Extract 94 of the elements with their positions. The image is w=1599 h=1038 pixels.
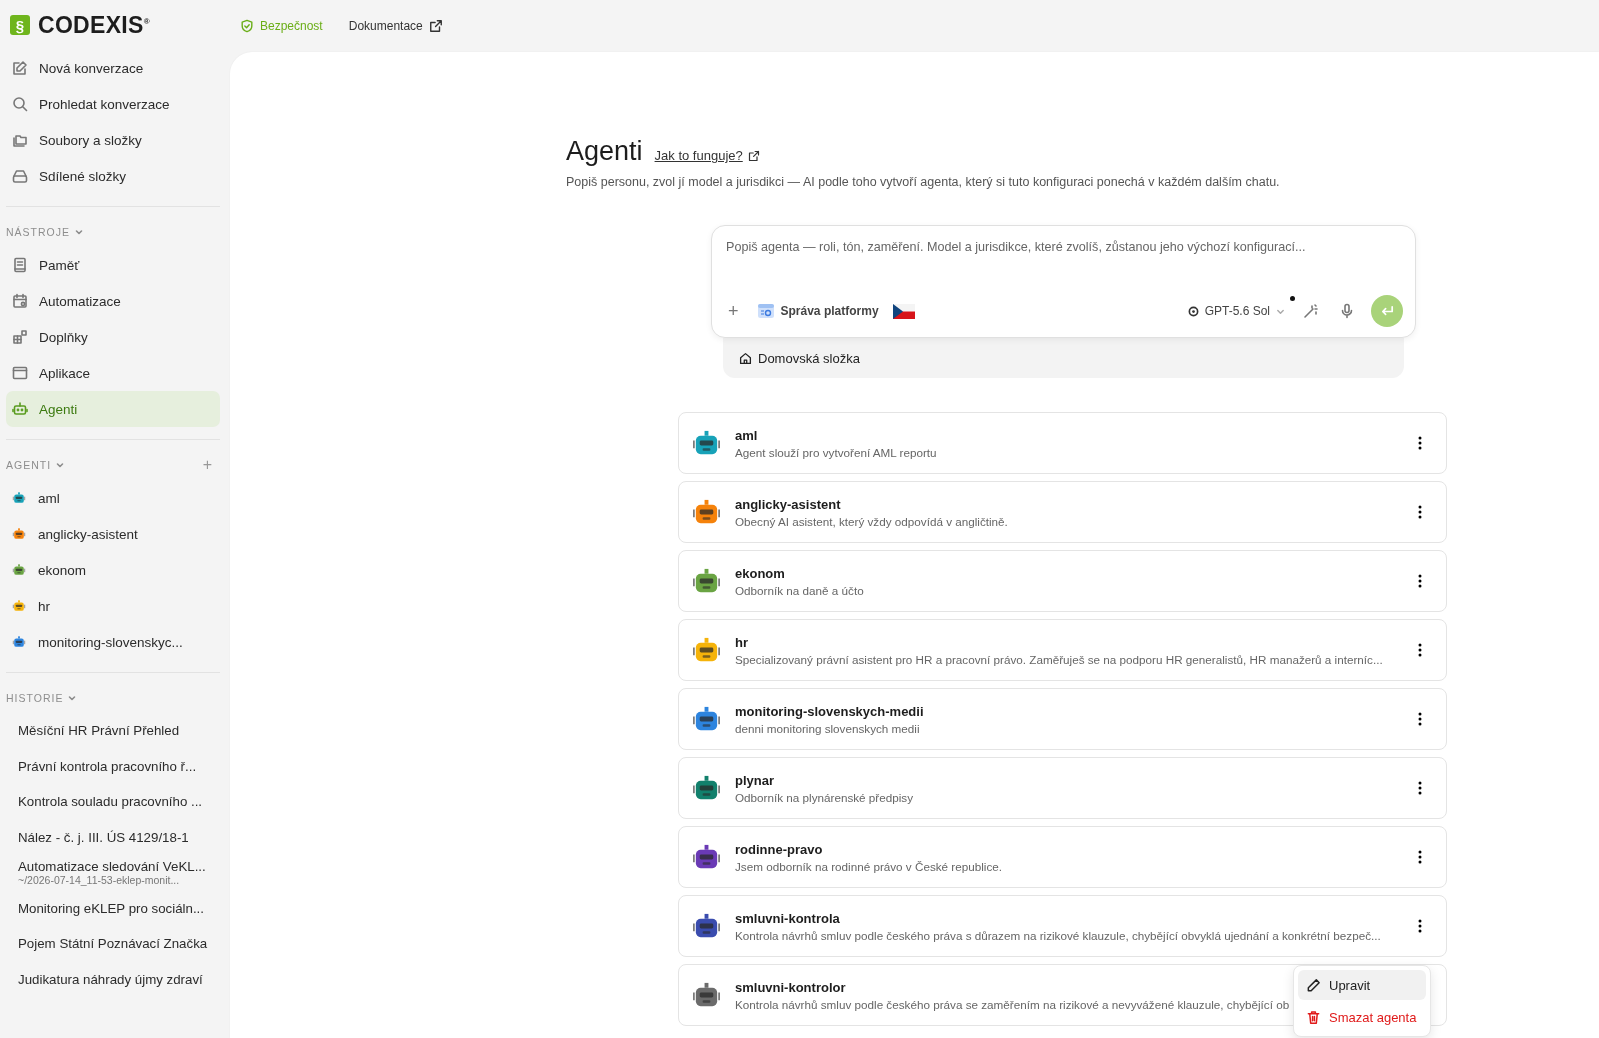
history-item[interactable]: Monitoring eKLEP pro sociáln...	[6, 890, 220, 926]
logo-text: CODEXIS$^{®}$	[38, 11, 150, 39]
sidebar-item[interactable]: Aplikace	[6, 355, 220, 391]
sidebar-agent-item[interactable]: ekonom	[6, 552, 220, 588]
more-vertical-icon	[1418, 436, 1422, 450]
notebook-icon	[12, 257, 28, 273]
edit-icon	[12, 60, 28, 76]
agent-description: Specializovaný právní asistent pro HR a pracovní právo. Zaměřuješ se na podporu HR generalistů, HR manažerů a interníc...	[735, 652, 1383, 666]
history-item[interactable]: Automatizace sledování VeKL... ~/2026-07-14_11-53-eklep-monit...	[6, 855, 220, 891]
blocks-icon	[12, 329, 28, 345]
history-path: ~/2026-07-14_11-53-eklep-monit...	[18, 874, 181, 887]
agent-name: aml	[735, 427, 758, 443]
indicator-dot	[1290, 296, 1295, 301]
agent-name: smluvni-kontrola	[735, 910, 840, 926]
agent-card[interactable]: ekonom Odborník na daně a účto	[678, 550, 1447, 612]
folder-selector[interactable]: Domovská složka	[723, 338, 1404, 378]
chevron-icon	[67, 693, 78, 703]
agent-name: hr	[735, 634, 748, 650]
page-description: Popiš personu, zvol jí model a jurisdikci — AI podle toho vytvoří agenta, který si tuto konfiguraci ponechá v každém dalším chatu.	[566, 175, 1281, 189]
calendar-icon	[12, 293, 28, 309]
more-vertical-icon	[1418, 781, 1422, 795]
top-link[interactable]: Dokumentace	[348, 19, 443, 33]
history-item[interactable]: Nález - č. j. III. ÚS 4129/18-1	[6, 819, 220, 855]
prompt-field[interactable]: Popiš agenta — roli, tón, zaměření. Model a jurisdikce, které zvolíš, zůstanou jeho výchozí konfigurací... + Správa platformy GPT-5.6 Sol	[711, 225, 1416, 338]
agent-name: monitoring-slovenskych-medii	[735, 703, 924, 719]
agent-description: Odborník na plynárenské předpisy	[735, 790, 913, 804]
agent-description: Agent slouží pro vytvoření AML reportu	[735, 445, 937, 459]
agent-name: smluvni-kontrolor	[735, 979, 846, 995]
sidebar-item[interactable]: Prohledat konverzace	[6, 86, 220, 122]
more-vertical-icon	[1418, 505, 1422, 519]
drive-icon	[12, 168, 28, 184]
agent-card[interactable]: monitoring-slovenskych-medii denni monitoring slovenskych medii	[678, 688, 1447, 750]
sidebar-item[interactable]: Nová konverzace	[6, 50, 220, 86]
logo-mark: §	[10, 15, 30, 35]
history-item[interactable]: Právní kontrola pracovního ř...	[6, 748, 220, 784]
chevron-icon	[55, 460, 66, 470]
agent-name: ekonom	[735, 565, 785, 581]
external-link-icon	[428, 19, 443, 33]
robot-icon	[12, 401, 28, 417]
agent-card[interactable]: plynar Odborník na plynárenské předpisy	[678, 757, 1447, 819]
source-selector[interactable]: Správa platformy	[754, 300, 881, 322]
help-link[interactable]: Jak to funguje?	[654, 148, 760, 163]
menu-item[interactable]: Upravit	[1298, 970, 1426, 1000]
sidebar-agent-item[interactable]: hr	[6, 588, 220, 624]
agent-card[interactable]: anglicky-asistent Obecný AI asistent, který vždy odpovídá v angličtině.	[678, 481, 1447, 543]
agent-card[interactable]: smluvni-kontrola Kontrola návrhů smluv podle českého práva s důrazem na rizikové klauzule, chybějící obvyklá ujednání a konkrétní bezpeč...	[678, 895, 1447, 957]
agent-card[interactable]: rodinne-pravo Jsem odborník na rodinné právo v České republice.	[678, 826, 1447, 888]
agent-description: Jsem odborník na rodinné právo v České republice.	[735, 859, 1002, 873]
folders-icon	[12, 132, 28, 148]
more-vertical-icon	[1418, 712, 1422, 726]
sidebar-item[interactable]: Soubory a složky	[6, 122, 220, 158]
history-item[interactable]: Měsíční HR Právní Přehled	[6, 713, 220, 749]
agent-name: rodinne-pravo	[735, 841, 823, 857]
sidebar-agent-item[interactable]: monitoring-slovenskyc...	[6, 624, 220, 660]
agent-description: Kontrola návrhů smluv podle českého práva se zaměřením na rizikové a nevyvážené klauzule, chybějící ob	[735, 997, 1290, 1011]
magic-wand-icon	[1303, 303, 1319, 319]
sidebar-agent-item[interactable]: anglicky-asistent	[6, 516, 220, 552]
flag-icon[interactable]	[892, 303, 915, 319]
agent-card[interactable]: hr Specializovaný právní asistent pro HR a pracovní právo. Zaměřuješ se na podporu HR generalistů, HR manažerů a interníc...	[678, 619, 1447, 681]
add-button[interactable]: +	[724, 298, 743, 324]
history-item[interactable]: Kontrola souladu pracovního ...	[6, 784, 220, 820]
model-icon	[1187, 305, 1199, 317]
home-icon	[739, 351, 752, 365]
sidebar-item[interactable]: Agenti	[6, 391, 220, 427]
sidebar-item[interactable]: Doplňky	[6, 319, 220, 355]
agent-description: Obecný AI asistent, který vždy odpovídá v angličtině.	[735, 514, 1008, 528]
shield-check-icon	[240, 19, 254, 33]
agent-name: plynar	[735, 772, 774, 788]
sidebar-agent-item[interactable]: aml	[6, 480, 220, 516]
chevron-icon	[74, 227, 84, 237]
agent-description: Kontrola návrhů smluv podle českého práva s důrazem na rizikové klauzule, chybějící obvyklá ujednání a konkrétní bezpeč...	[735, 928, 1381, 942]
microphone-icon	[1339, 303, 1355, 319]
agent-description: Odborník na daně a účto	[735, 583, 864, 597]
more-vertical-icon	[1418, 919, 1422, 933]
pencil-icon	[1306, 977, 1321, 993]
history-item[interactable]: Judikatura náhrady újmy zdraví	[6, 961, 220, 997]
history-title: Automatizace sledování VeKL...	[18, 859, 207, 875]
search-icon	[12, 96, 28, 112]
more-vertical-icon	[1418, 643, 1422, 657]
window-icon	[12, 365, 28, 381]
page-title: Agenti	[566, 136, 643, 167]
external-link-icon	[747, 149, 760, 162]
more-vertical-icon	[1418, 850, 1422, 864]
agent-name: anglicky-asistent	[735, 496, 841, 512]
sidebar-item[interactable]: Paměť	[6, 247, 220, 283]
more-vertical-icon	[1418, 574, 1422, 588]
model-selector[interactable]: GPT-5.6 Sol	[1185, 302, 1287, 320]
trash-icon	[1306, 1009, 1321, 1025]
history-item[interactable]: Pojem Státní Poznávací Značka	[6, 926, 220, 962]
settings-app-icon	[756, 302, 775, 320]
agent-description: denni monitoring slovenskych medii	[735, 721, 920, 735]
sidebar-item[interactable]: Sdílené složky	[6, 158, 220, 194]
agent-card[interactable]: aml Agent slouží pro vytvoření AML reportu	[678, 412, 1447, 474]
sidebar-item[interactable]: Automatizace	[6, 283, 220, 319]
